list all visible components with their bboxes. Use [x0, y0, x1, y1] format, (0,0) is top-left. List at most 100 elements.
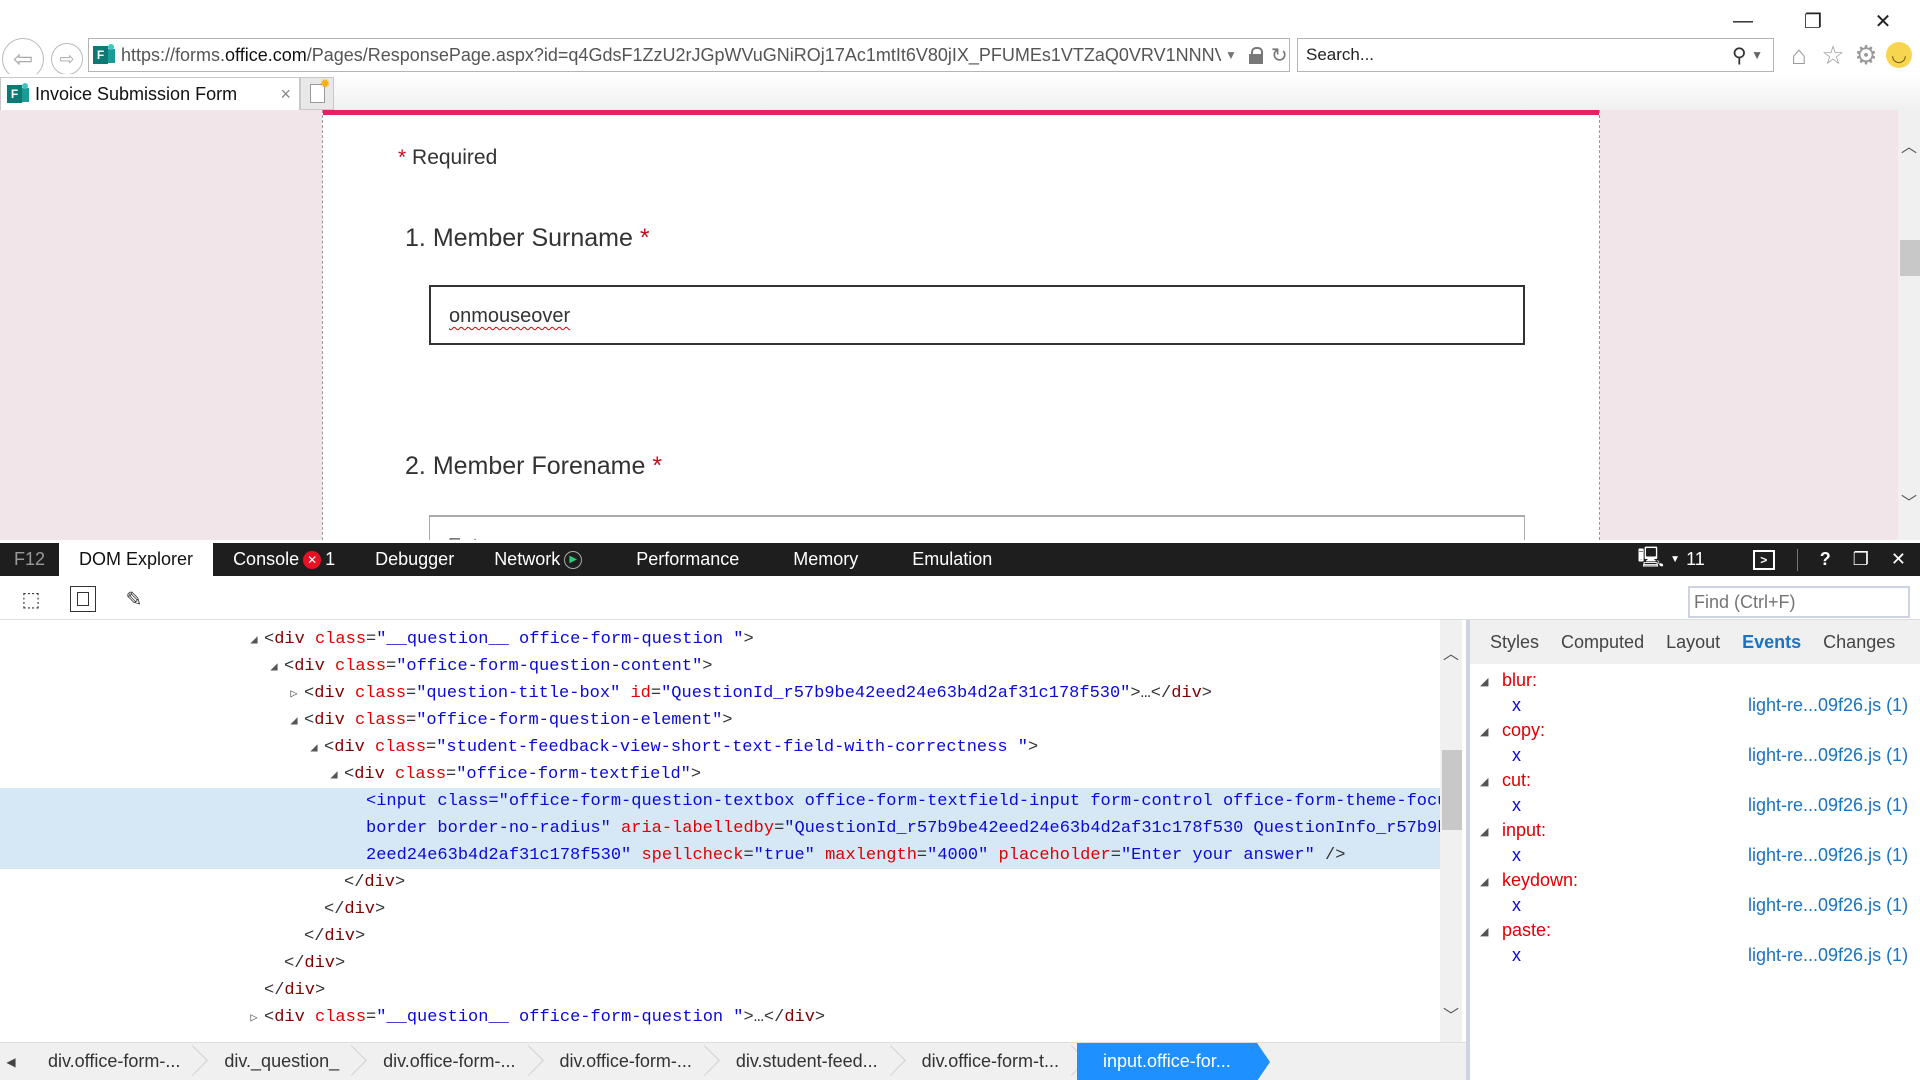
dom-node[interactable]: ◢ <div class="__question__ office-form-qu…: [0, 626, 1440, 653]
dom-node-selected[interactable]: border border-no-radius" aria-labelledby…: [0, 815, 1440, 842]
close-devtools-button[interactable]: ✕: [1891, 549, 1906, 570]
member-surname-input[interactable]: onmouseover: [429, 285, 1525, 345]
event-group[interactable]: ◢ copy:: [1470, 720, 1920, 745]
collapse-icon[interactable]: ◢: [1480, 675, 1488, 688]
expand-icon[interactable]: ▷: [244, 1005, 264, 1032]
collapse-icon[interactable]: ◢: [324, 762, 344, 789]
collapse-icon[interactable]: ◢: [1480, 725, 1488, 738]
highlight-box-icon[interactable]: [70, 586, 96, 612]
minimize-button[interactable]: —: [1720, 6, 1766, 36]
gear-icon[interactable]: ⚙: [1851, 40, 1881, 70]
search-input[interactable]: Search...: [1306, 45, 1732, 65]
dom-node[interactable]: </div>: [0, 869, 1440, 896]
dom-node[interactable]: </div>: [0, 950, 1440, 977]
console-toggle-button[interactable]: >: [1752, 549, 1775, 570]
close-tab-icon[interactable]: ×: [280, 84, 291, 105]
address-bar[interactable]: F https://forms.office.com/Pages/Respons…: [88, 38, 1290, 72]
collapse-icon[interactable]: ◢: [304, 735, 324, 762]
breadcrumb-item[interactable]: div.office-form-...: [534, 1043, 710, 1080]
dom-node[interactable]: ▷ <div class="__question__ office-form-qu…: [0, 1004, 1440, 1031]
breadcrumb-item[interactable]: div.office-form-...: [357, 1043, 533, 1080]
find-input[interactable]: [1688, 586, 1910, 618]
tab-debugger[interactable]: Debugger: [355, 543, 474, 576]
lock-icon[interactable]: [1248, 47, 1263, 64]
event-group[interactable]: ◢ blur:: [1470, 670, 1920, 695]
dom-node[interactable]: ◢ <div class="student-feedback-view-short…: [0, 734, 1440, 761]
search-dropdown-icon[interactable]: ▼: [1751, 48, 1763, 62]
collapse-icon[interactable]: ◢: [1480, 875, 1488, 888]
star-icon[interactable]: ☆: [1818, 40, 1848, 70]
event-source-link[interactable]: light-re...09f26.js (1): [1748, 795, 1908, 816]
event-source-link[interactable]: light-re...09f26.js (1): [1748, 845, 1908, 866]
event-source-link[interactable]: light-re...09f26.js (1): [1748, 895, 1908, 916]
collapse-icon[interactable]: ◢: [1480, 925, 1488, 938]
dom-node[interactable]: </div>: [0, 977, 1440, 1004]
event-source-link[interactable]: light-re...09f26.js (1): [1748, 695, 1908, 716]
close-window-button[interactable]: ✕: [1860, 6, 1906, 36]
dom-node-selected[interactable]: 2eed24e63b4d2af31c178f530" spellcheck="t…: [0, 842, 1440, 869]
event-group[interactable]: ◢ cut:: [1470, 770, 1920, 795]
scrollbar-thumb[interactable]: [1442, 750, 1462, 830]
tab-memory[interactable]: Memory: [759, 543, 878, 576]
restore-button[interactable]: ❐: [1790, 6, 1836, 36]
breadcrumb-scroll-left-icon[interactable]: ◀: [0, 1055, 22, 1069]
scroll-down-icon[interactable]: ﹀: [1898, 490, 1920, 512]
event-group[interactable]: ◢ input:: [1470, 820, 1920, 845]
breadcrumb-item[interactable]: div.office-form-t...: [896, 1043, 1077, 1080]
tab-styles[interactable]: Styles: [1490, 632, 1539, 653]
event-group[interactable]: ◢ paste:: [1470, 920, 1920, 945]
scroll-up-icon[interactable]: ︿: [1898, 134, 1920, 156]
tab-events[interactable]: Events: [1742, 632, 1801, 653]
scroll-up-icon[interactable]: ︿: [1440, 640, 1462, 664]
expand-icon[interactable]: ▷: [284, 681, 304, 708]
dom-node[interactable]: </div>: [0, 923, 1440, 950]
collapse-icon[interactable]: ◢: [264, 654, 284, 681]
undock-button[interactable]: ❐: [1853, 549, 1869, 570]
color-picker-icon[interactable]: ✎: [121, 586, 147, 612]
home-icon[interactable]: ⌂: [1784, 40, 1814, 70]
tab-performance[interactable]: Performance: [602, 543, 759, 576]
search-icon[interactable]: ⚲: [1732, 43, 1747, 68]
dom-node[interactable]: ▷ <div class="question-title-box" id="Que…: [0, 680, 1440, 707]
breadcrumb-item-active[interactable]: input.office-for...: [1077, 1042, 1270, 1080]
dom-node[interactable]: </div>: [0, 896, 1440, 923]
tab-network[interactable]: Network ▶: [474, 543, 602, 576]
url-text[interactable]: https://forms.office.com/Pages/ResponseP…: [121, 45, 1221, 66]
search-box[interactable]: Search... ⚲ ▼: [1297, 38, 1774, 72]
address-dropdown-icon[interactable]: ▼: [1225, 48, 1237, 62]
new-tab-button[interactable]: [300, 76, 334, 110]
help-button[interactable]: ?: [1820, 549, 1831, 570]
member-forename-input[interactable]: Enter your answer: [429, 515, 1525, 540]
event-source-link[interactable]: light-re...09f26.js (1): [1748, 745, 1908, 766]
dom-tree[interactable]: ◢ <div class="__question__ office-form-qu…: [0, 620, 1440, 1042]
page-scrollbar[interactable]: ︿ ﹀: [1898, 110, 1920, 540]
select-element-icon[interactable]: ⬚: [18, 586, 44, 612]
smiley-feedback-icon[interactable]: ◡: [1886, 42, 1912, 68]
collapse-icon[interactable]: ◢: [1480, 775, 1488, 788]
event-group[interactable]: ◢ keydown:: [1470, 870, 1920, 895]
collapse-icon[interactable]: ◢: [284, 708, 304, 735]
forward-button[interactable]: ⇨: [51, 43, 83, 75]
document-mode-selector[interactable]: 🖳 ▼ 11: [1637, 543, 1704, 577]
tab-dom-explorer[interactable]: DOM Explorer: [59, 543, 214, 576]
tab-computed[interactable]: Computed: [1561, 632, 1644, 653]
tab-layout[interactable]: Layout: [1666, 632, 1720, 653]
tab-invoice-submission-form[interactable]: F Invoice Submission Form ×: [0, 77, 300, 110]
event-source-link[interactable]: light-re...09f26.js (1): [1748, 945, 1908, 966]
breadcrumb-item[interactable]: div.student-feed...: [710, 1043, 896, 1080]
dom-tree-scrollbar[interactable]: ︿ ﹀: [1440, 620, 1462, 1042]
refresh-icon[interactable]: ↻: [1271, 43, 1288, 68]
dom-node[interactable]: ◢ <div class="office-form-textfield">: [0, 761, 1440, 788]
breadcrumb-item[interactable]: div.office-form-...: [22, 1043, 198, 1080]
collapse-icon[interactable]: ◢: [1480, 825, 1488, 838]
dom-node[interactable]: ◢ <div class="office-form-question-conten…: [0, 653, 1440, 680]
scroll-down-icon[interactable]: ﹀: [1440, 1002, 1462, 1026]
tab-changes[interactable]: Changes: [1823, 632, 1895, 653]
tab-emulation[interactable]: Emulation: [878, 543, 1012, 576]
tab-console[interactable]: Console ✕ 1: [213, 543, 355, 576]
dom-node-selected[interactable]: <input class="office-form-question-textb…: [0, 788, 1440, 815]
collapse-icon[interactable]: ◢: [244, 627, 264, 654]
breadcrumb-item[interactable]: div._question_: [198, 1043, 357, 1080]
scrollbar-thumb[interactable]: [1900, 240, 1920, 276]
dom-node[interactable]: ◢ <div class="office-form-question-elemen…: [0, 707, 1440, 734]
